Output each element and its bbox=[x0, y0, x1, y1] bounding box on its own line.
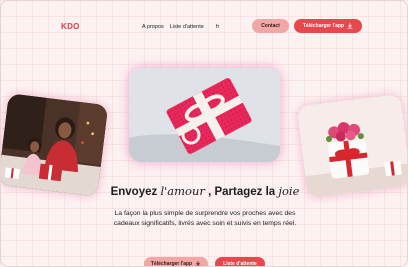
download-icon bbox=[347, 23, 353, 29]
download-button-label: Télécharger l'app bbox=[150, 261, 193, 267]
nav-link-waitlist[interactable]: Liste d'attente bbox=[170, 24, 204, 30]
download-icon bbox=[195, 261, 201, 266]
family-gift-illustration bbox=[1, 93, 109, 197]
contact-button[interactable]: Contact bbox=[252, 19, 289, 33]
pink-gift-illustration bbox=[129, 68, 280, 162]
language-switch[interactable]: fr bbox=[216, 24, 219, 30]
download-button-label: Télécharger l'app bbox=[302, 23, 345, 29]
hero-title: Envoyez l'amour , Partagez la joie bbox=[1, 184, 407, 198]
waitlist-button[interactable]: Liste d'attente bbox=[215, 257, 265, 267]
pink-gift-image bbox=[129, 68, 280, 162]
download-app-button-header[interactable]: Télécharger l'app bbox=[294, 19, 362, 33]
hero-title-joie: joie bbox=[278, 184, 300, 198]
hero-subtitle: La façon la plus simple de surprendre vo… bbox=[113, 210, 297, 227]
hero-title-part-1: Envoyez bbox=[110, 186, 161, 198]
hero-title-amour: l'amour bbox=[160, 184, 205, 198]
hero-title-part-2: , Partagez la bbox=[204, 186, 279, 198]
contact-button-label: Contact bbox=[261, 23, 280, 29]
nav-link-about[interactable]: A propos bbox=[142, 24, 164, 30]
waitlist-button-label: Liste d'attente bbox=[223, 261, 257, 267]
family-gift-image bbox=[1, 93, 109, 197]
logo[interactable]: KDO bbox=[61, 22, 80, 31]
main-nav: A propos Liste d'attente bbox=[142, 24, 204, 30]
flower-gift-image bbox=[296, 94, 407, 198]
page-frame: KDO A propos Liste d'attente fr Contact … bbox=[0, 0, 408, 267]
flower-gift-illustration bbox=[296, 94, 407, 198]
download-app-button-hero[interactable]: Télécharger l'app bbox=[144, 257, 208, 267]
